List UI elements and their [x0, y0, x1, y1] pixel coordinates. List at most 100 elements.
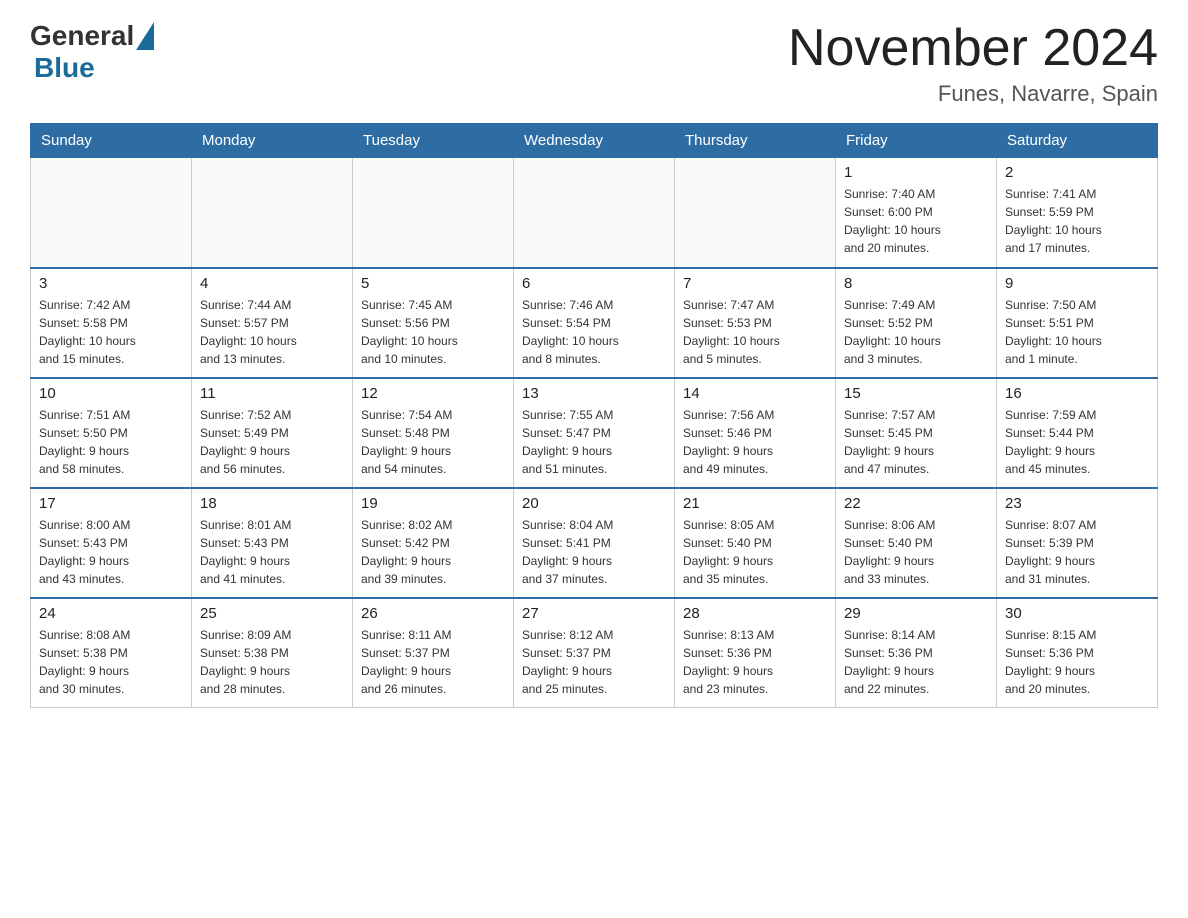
- table-row: 4 Sunrise: 7:44 AMSunset: 5:57 PMDaylight…: [192, 268, 353, 378]
- table-row: 24Sunrise: 8:08 AMSunset: 5:38 PMDayligh…: [31, 598, 192, 708]
- day-info: Sunrise: 8:01 AMSunset: 5:43 PMDaylight:…: [200, 516, 344, 588]
- day-number: 30: [1005, 605, 1149, 622]
- day-info: Sunrise: 7:46 AMSunset: 5:54 PMDaylight:…: [522, 296, 666, 368]
- day-info: Sunrise: 7:47 AMSunset: 5:53 PMDaylight:…: [683, 296, 827, 368]
- day-number: 1: [844, 164, 988, 181]
- table-row: 12 Sunrise: 7:54 AMSunset: 5:48 PMDayligh…: [353, 378, 514, 488]
- day-number: 9: [1005, 275, 1149, 292]
- table-row: 23 Sunrise: 8:07 AMSunset: 5:39 PMDayligh…: [997, 488, 1158, 598]
- day-number: 16: [1005, 385, 1149, 402]
- day-number: 7: [683, 275, 827, 292]
- table-row: 28Sunrise: 8:13 AMSunset: 5:36 PMDayligh…: [675, 598, 836, 708]
- day-info: Sunrise: 7:50 AMSunset: 5:51 PMDaylight:…: [1005, 296, 1149, 368]
- logo-blue-text: Blue: [34, 52, 95, 84]
- table-row: 17 Sunrise: 8:00 AMSunset: 5:43 PMDayligh…: [31, 488, 192, 598]
- day-info: Sunrise: 8:09 AMSunset: 5:38 PMDaylight:…: [200, 626, 344, 698]
- day-number: 29: [844, 605, 988, 622]
- table-row: 27Sunrise: 8:12 AMSunset: 5:37 PMDayligh…: [514, 598, 675, 708]
- table-row: 14 Sunrise: 7:56 AMSunset: 5:46 PMDayligh…: [675, 378, 836, 488]
- month-title: November 2024: [788, 20, 1158, 77]
- day-info: Sunrise: 8:11 AMSunset: 5:37 PMDaylight:…: [361, 626, 505, 698]
- table-row: 2 Sunrise: 7:41 AMSunset: 5:59 PMDaylight…: [997, 158, 1158, 268]
- day-info: Sunrise: 7:56 AMSunset: 5:46 PMDaylight:…: [683, 406, 827, 478]
- logo-general-text: General: [30, 20, 134, 52]
- day-number: 5: [361, 275, 505, 292]
- day-number: 19: [361, 495, 505, 512]
- day-number: 17: [39, 495, 183, 512]
- day-info: Sunrise: 7:51 AMSunset: 5:50 PMDaylight:…: [39, 406, 183, 478]
- table-row: 6 Sunrise: 7:46 AMSunset: 5:54 PMDaylight…: [514, 268, 675, 378]
- day-number: 22: [844, 495, 988, 512]
- calendar-week-row: 10Sunrise: 7:51 AMSunset: 5:50 PMDayligh…: [31, 378, 1158, 488]
- day-info: Sunrise: 7:57 AMSunset: 5:45 PMDaylight:…: [844, 406, 988, 478]
- page-header: General Blue November 2024 Funes, Navarr…: [30, 20, 1158, 107]
- title-area: November 2024 Funes, Navarre, Spain: [788, 20, 1158, 107]
- logo: General Blue: [30, 20, 154, 84]
- day-info: Sunrise: 8:04 AMSunset: 5:41 PMDaylight:…: [522, 516, 666, 588]
- day-number: 14: [683, 385, 827, 402]
- calendar-table: Sunday Monday Tuesday Wednesday Thursday…: [30, 123, 1158, 708]
- table-row: 26Sunrise: 8:11 AMSunset: 5:37 PMDayligh…: [353, 598, 514, 708]
- table-row: 10Sunrise: 7:51 AMSunset: 5:50 PMDayligh…: [31, 378, 192, 488]
- day-number: 23: [1005, 495, 1149, 512]
- day-info: Sunrise: 7:52 AMSunset: 5:49 PMDaylight:…: [200, 406, 344, 478]
- header-monday: Monday: [192, 124, 353, 158]
- header-saturday: Saturday: [997, 124, 1158, 158]
- day-info: Sunrise: 8:00 AMSunset: 5:43 PMDaylight:…: [39, 516, 183, 588]
- table-row: [192, 158, 353, 268]
- day-info: Sunrise: 7:44 AMSunset: 5:57 PMDaylight:…: [200, 296, 344, 368]
- day-info: Sunrise: 8:14 AMSunset: 5:36 PMDaylight:…: [844, 626, 988, 698]
- table-row: [675, 158, 836, 268]
- table-row: 22 Sunrise: 8:06 AMSunset: 5:40 PMDayligh…: [836, 488, 997, 598]
- day-info: Sunrise: 7:41 AMSunset: 5:59 PMDaylight:…: [1005, 185, 1149, 257]
- calendar-week-row: 3 Sunrise: 7:42 AMSunset: 5:58 PMDaylight…: [31, 268, 1158, 378]
- location-text: Funes, Navarre, Spain: [788, 81, 1158, 107]
- day-number: 13: [522, 385, 666, 402]
- table-row: 1 Sunrise: 7:40 AMSunset: 6:00 PMDaylight…: [836, 158, 997, 268]
- table-row: 9 Sunrise: 7:50 AMSunset: 5:51 PMDaylight…: [997, 268, 1158, 378]
- day-number: 4: [200, 275, 344, 292]
- calendar-week-row: 1 Sunrise: 7:40 AMSunset: 6:00 PMDaylight…: [31, 158, 1158, 268]
- day-number: 24: [39, 605, 183, 622]
- day-number: 2: [1005, 164, 1149, 181]
- header-friday: Friday: [836, 124, 997, 158]
- header-tuesday: Tuesday: [353, 124, 514, 158]
- day-number: 11: [200, 385, 344, 402]
- day-info: Sunrise: 7:49 AMSunset: 5:52 PMDaylight:…: [844, 296, 988, 368]
- day-info: Sunrise: 8:15 AMSunset: 5:36 PMDaylight:…: [1005, 626, 1149, 698]
- table-row: 21 Sunrise: 8:05 AMSunset: 5:40 PMDayligh…: [675, 488, 836, 598]
- table-row: 11 Sunrise: 7:52 AMSunset: 5:49 PMDayligh…: [192, 378, 353, 488]
- table-row: 13 Sunrise: 7:55 AMSunset: 5:47 PMDayligh…: [514, 378, 675, 488]
- day-info: Sunrise: 7:42 AMSunset: 5:58 PMDaylight:…: [39, 296, 183, 368]
- calendar-week-row: 24Sunrise: 8:08 AMSunset: 5:38 PMDayligh…: [31, 598, 1158, 708]
- day-number: 8: [844, 275, 988, 292]
- day-info: Sunrise: 7:54 AMSunset: 5:48 PMDaylight:…: [361, 406, 505, 478]
- day-info: Sunrise: 7:45 AMSunset: 5:56 PMDaylight:…: [361, 296, 505, 368]
- table-row: 5 Sunrise: 7:45 AMSunset: 5:56 PMDaylight…: [353, 268, 514, 378]
- table-row: 19 Sunrise: 8:02 AMSunset: 5:42 PMDayligh…: [353, 488, 514, 598]
- day-number: 25: [200, 605, 344, 622]
- day-info: Sunrise: 8:06 AMSunset: 5:40 PMDaylight:…: [844, 516, 988, 588]
- table-row: 30 Sunrise: 8:15 AMSunset: 5:36 PMDayligh…: [997, 598, 1158, 708]
- day-info: Sunrise: 8:02 AMSunset: 5:42 PMDaylight:…: [361, 516, 505, 588]
- table-row: 20 Sunrise: 8:04 AMSunset: 5:41 PMDayligh…: [514, 488, 675, 598]
- day-number: 21: [683, 495, 827, 512]
- table-row: 8 Sunrise: 7:49 AMSunset: 5:52 PMDaylight…: [836, 268, 997, 378]
- day-number: 12: [361, 385, 505, 402]
- day-number: 3: [39, 275, 183, 292]
- table-row: 29 Sunrise: 8:14 AMSunset: 5:36 PMDayligh…: [836, 598, 997, 708]
- table-row: [353, 158, 514, 268]
- table-row: [31, 158, 192, 268]
- day-info: Sunrise: 8:13 AMSunset: 5:36 PMDaylight:…: [683, 626, 827, 698]
- day-number: 20: [522, 495, 666, 512]
- calendar-header-row: Sunday Monday Tuesday Wednesday Thursday…: [31, 124, 1158, 158]
- day-info: Sunrise: 7:40 AMSunset: 6:00 PMDaylight:…: [844, 185, 988, 257]
- table-row: 15 Sunrise: 7:57 AMSunset: 5:45 PMDayligh…: [836, 378, 997, 488]
- day-number: 6: [522, 275, 666, 292]
- table-row: 16Sunrise: 7:59 AMSunset: 5:44 PMDayligh…: [997, 378, 1158, 488]
- day-info: Sunrise: 8:07 AMSunset: 5:39 PMDaylight:…: [1005, 516, 1149, 588]
- day-info: Sunrise: 8:05 AMSunset: 5:40 PMDaylight:…: [683, 516, 827, 588]
- day-number: 15: [844, 385, 988, 402]
- day-number: 18: [200, 495, 344, 512]
- day-info: Sunrise: 7:55 AMSunset: 5:47 PMDaylight:…: [522, 406, 666, 478]
